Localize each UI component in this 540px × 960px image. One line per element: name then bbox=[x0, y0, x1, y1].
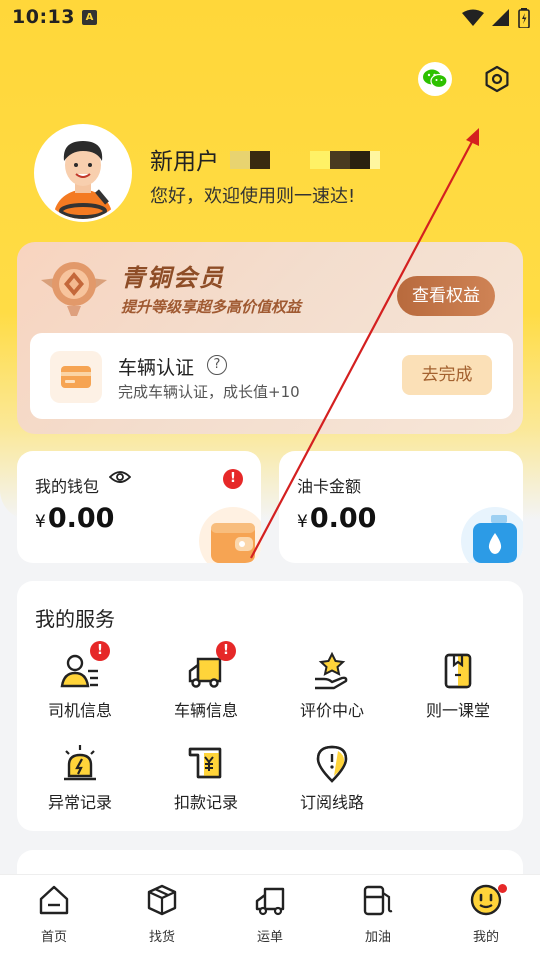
service-exception-records[interactable]: 异常记录 bbox=[30, 743, 130, 813]
tab-find-cargo[interactable]: 找货 bbox=[108, 875, 216, 960]
fuel-drop-icon bbox=[461, 507, 523, 563]
service-label: 订阅线路 bbox=[299, 793, 364, 812]
card-icon bbox=[50, 351, 102, 403]
masked-phone bbox=[230, 150, 380, 170]
status-indicators bbox=[462, 8, 530, 28]
service-label: 评价中心 bbox=[299, 701, 364, 720]
avatar[interactable] bbox=[34, 124, 132, 222]
member-subtitle: 提升等级享超多高价值权益 bbox=[121, 298, 302, 316]
fuel-card[interactable]: 油卡金额 ¥0.00 bbox=[279, 451, 523, 563]
wallet-currency: ¥ bbox=[35, 512, 46, 532]
notification-a-icon: A bbox=[82, 10, 97, 25]
username: 新用户 bbox=[150, 149, 219, 175]
help-icon[interactable]: ? bbox=[207, 355, 227, 375]
fuel-pump-icon bbox=[363, 885, 393, 916]
truck-info-badge: ! bbox=[216, 641, 236, 661]
complete-task-button[interactable]: 去完成 bbox=[402, 355, 492, 395]
bronze-medal-icon bbox=[41, 262, 107, 316]
driver-info-badge: ! bbox=[90, 641, 110, 661]
tab-waybill[interactable]: 运单 bbox=[216, 875, 324, 960]
tab-home[interactable]: 首页 bbox=[0, 875, 108, 960]
service-label: 则一课堂 bbox=[425, 701, 490, 720]
eye-icon[interactable] bbox=[109, 469, 131, 485]
tab-label: 运单 bbox=[256, 930, 283, 945]
truck-icon bbox=[255, 887, 285, 916]
cargo-box-icon bbox=[147, 884, 177, 916]
service-label: 异常记录 bbox=[47, 793, 112, 812]
status-bar: 10:13 A bbox=[0, 0, 540, 36]
service-label: 司机信息 bbox=[47, 701, 112, 720]
my-services-card: 我的服务 ! 司机信息 ! 车辆信息 评价中心 则一课堂 异常记录 扣款记录 订… bbox=[17, 581, 523, 831]
wallet-amount: ¥0.00 bbox=[35, 503, 114, 534]
tab-label: 首页 bbox=[40, 930, 67, 945]
greeting-text: 您好，欢迎使用则一速达! bbox=[150, 186, 356, 207]
service-subscribe-routes[interactable]: 订阅线路 bbox=[282, 743, 382, 813]
tab-refuel[interactable]: 加油 bbox=[324, 875, 432, 960]
tab-label: 加油 bbox=[364, 930, 391, 945]
member-card[interactable]: 青铜会员 提升等级享超多高价值权益 查看权益 车辆认证 ? 完成车辆认证，成长值… bbox=[17, 242, 523, 434]
notification-dot bbox=[498, 884, 507, 893]
battery-icon bbox=[518, 8, 530, 28]
wallet-card[interactable]: 我的钱包 ! ¥0.00 bbox=[17, 451, 261, 563]
wallet-alert-badge: ! bbox=[223, 469, 243, 489]
wechat-icon[interactable] bbox=[418, 62, 452, 96]
tab-label: 我的 bbox=[472, 930, 499, 945]
home-icon bbox=[39, 885, 69, 915]
fuel-card-currency: ¥ bbox=[297, 512, 308, 532]
service-truck-info[interactable]: ! 车辆信息 bbox=[156, 641, 256, 721]
truck-info-icon: ! bbox=[186, 641, 236, 691]
exception-alarm-icon bbox=[60, 743, 100, 783]
rating-center-icon bbox=[312, 651, 352, 691]
vehicle-verify-description: 完成车辆认证，成长值+10 bbox=[118, 383, 300, 401]
deduction-record-icon bbox=[186, 743, 226, 783]
wallet-amount-value: 0.00 bbox=[47, 503, 115, 534]
service-label: 车辆信息 bbox=[173, 701, 238, 720]
signal-icon bbox=[492, 9, 509, 26]
settings-icon[interactable] bbox=[480, 62, 514, 96]
services-title: 我的服务 bbox=[35, 607, 115, 631]
service-driver-info[interactable]: ! 司机信息 bbox=[30, 641, 130, 721]
subscribe-route-icon bbox=[312, 743, 352, 783]
fuel-card-amount: ¥0.00 bbox=[297, 503, 376, 534]
service-label: 扣款记录 bbox=[173, 793, 238, 812]
wallet-icon bbox=[199, 507, 261, 563]
driver-info-icon: ! bbox=[60, 641, 110, 691]
service-classroom[interactable]: 则一课堂 bbox=[408, 651, 508, 721]
member-level-title: 青铜会员 bbox=[121, 264, 225, 292]
fuel-card-amount-value: 0.00 bbox=[309, 503, 377, 534]
tab-mine[interactable]: 我的 bbox=[432, 875, 540, 960]
status-time: 10:13 bbox=[12, 6, 75, 28]
service-deduction-records[interactable]: 扣款记录 bbox=[156, 743, 256, 813]
service-rating-center[interactable]: 评价中心 bbox=[282, 651, 382, 721]
tab-label: 找货 bbox=[148, 930, 175, 945]
vehicle-verify-task[interactable]: 车辆认证 ? 完成车辆认证，成长值+10 去完成 bbox=[30, 333, 513, 419]
fuel-card-label: 油卡金额 bbox=[297, 477, 362, 496]
wifi-icon bbox=[462, 9, 484, 26]
view-benefits-button[interactable]: 查看权益 bbox=[397, 276, 495, 316]
wallet-label: 我的钱包 bbox=[35, 477, 100, 496]
classroom-icon bbox=[438, 651, 478, 691]
bottom-tab-bar: 首页 找货 运单 加油 我的 bbox=[0, 874, 540, 960]
vehicle-verify-title: 车辆认证 bbox=[118, 357, 195, 379]
